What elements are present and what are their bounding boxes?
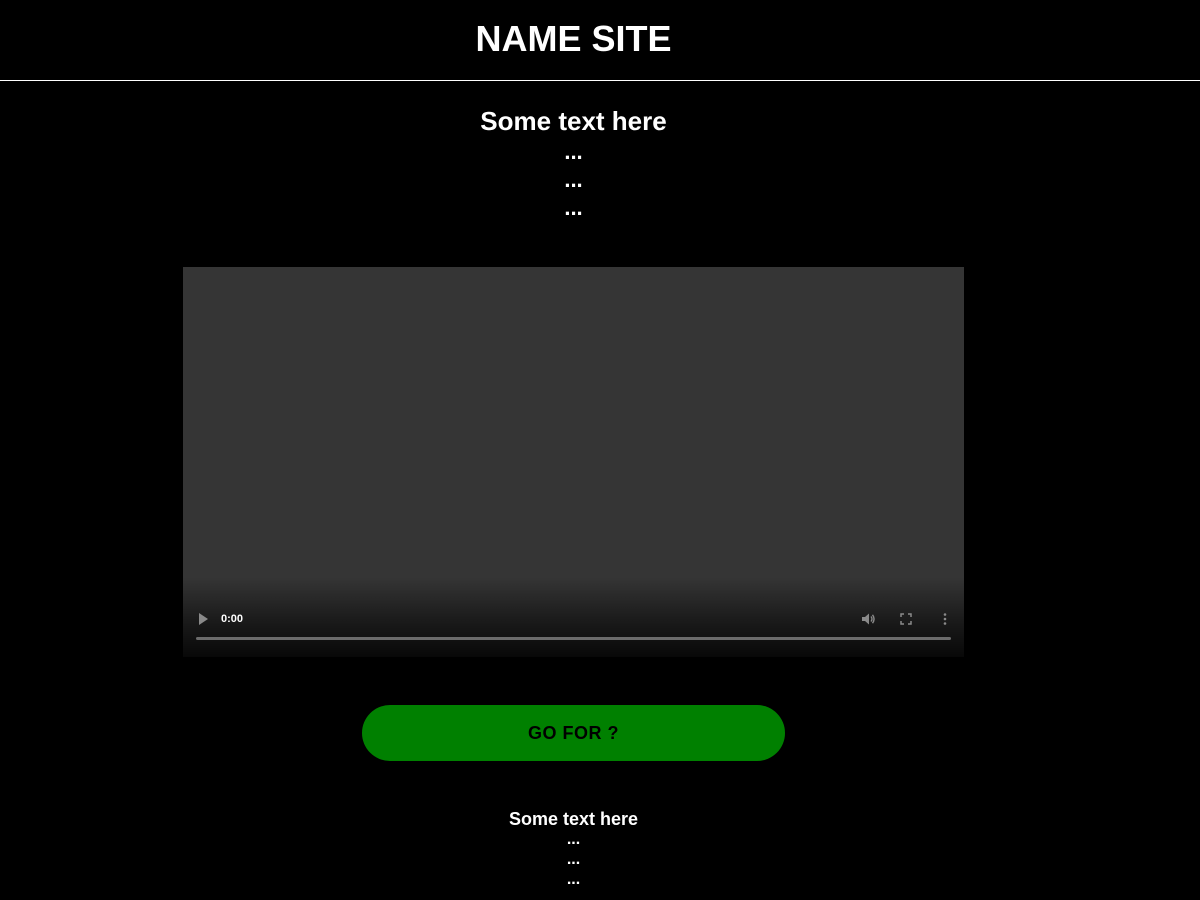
outro-title: Some text here	[508, 809, 639, 829]
outro-line: ...	[566, 831, 581, 848]
intro-title: Some text here	[480, 106, 667, 136]
site-header: NAME SITE	[0, 0, 1200, 81]
intro-line: ...	[564, 139, 583, 164]
intro-line: ...	[564, 195, 583, 220]
volume-icon[interactable]	[860, 611, 876, 627]
outro-line: ...	[566, 851, 581, 868]
outro-line: ...	[566, 871, 581, 888]
more-vertical-icon[interactable]	[937, 611, 953, 627]
site-title: NAME SITE	[475, 18, 672, 59]
outro-text-block: Some text here ... ... ...	[0, 808, 1147, 890]
video-controls-overlay	[183, 577, 964, 657]
video-time: 0:00	[221, 613, 244, 625]
go-for-button[interactable]: GO FOR ?	[362, 705, 785, 761]
video-player[interactable]	[183, 267, 964, 657]
play-icon[interactable]	[199, 613, 208, 625]
intro-text-block: Some text here ... ... ...	[0, 104, 1147, 222]
fullscreen-icon[interactable]	[898, 611, 914, 627]
intro-line: ...	[564, 167, 583, 192]
video-progress-bar[interactable]	[196, 637, 951, 640]
